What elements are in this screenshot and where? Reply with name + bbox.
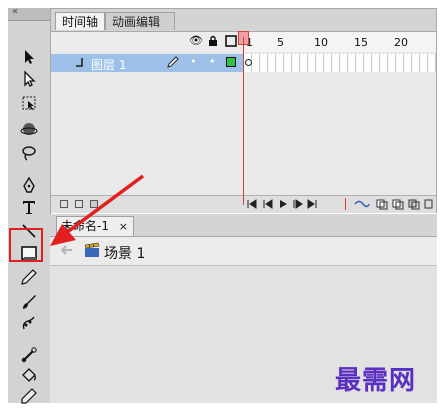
brush-icon[interactable] <box>16 291 42 313</box>
document-tab[interactable]: 未命名-1 × <box>56 216 134 236</box>
back-arrow-icon[interactable] <box>60 243 74 257</box>
new-folder-icon[interactable] <box>75 200 83 208</box>
panel-collapse-grip[interactable]: « <box>8 6 50 21</box>
onion-skin-controls[interactable] <box>353 198 433 210</box>
tools-panel: « <box>8 6 51 404</box>
3d-rotation-icon[interactable] <box>16 118 42 140</box>
tab-timeline[interactable]: 时间轴 <box>55 12 105 30</box>
frame-label: 5 <box>277 36 284 49</box>
document-tab-bar: 未命名-1 × <box>50 214 437 237</box>
frame-label: 15 <box>354 36 368 49</box>
scene-label[interactable]: 场景 1 <box>104 243 145 263</box>
frame-marker-icon <box>345 198 346 210</box>
close-tab-icon[interactable]: × <box>119 220 128 233</box>
watermark: 最需网 <box>335 366 417 396</box>
free-transform-icon[interactable] <box>16 92 42 114</box>
scene-clapper-icon <box>84 242 100 258</box>
pencil-icon[interactable] <box>16 266 42 288</box>
edit-bar: 场景 1 <box>50 237 437 266</box>
layer-name[interactable]: 图层 1 <box>91 56 126 73</box>
collapse-icon[interactable]: « <box>12 6 18 17</box>
rectangle-tool-highlight <box>9 228 43 262</box>
text-tool-icon[interactable] <box>16 196 42 218</box>
pen-icon[interactable] <box>16 174 42 196</box>
lock-icon[interactable] <box>207 35 219 47</box>
frame-label: 20 <box>394 36 408 49</box>
layer-type-icon <box>75 57 85 68</box>
empty-keyframe-icon[interactable] <box>245 59 252 66</box>
layer-color-swatch[interactable] <box>226 57 236 67</box>
tab-motion-editor[interactable]: 动画编辑器 <box>105 12 175 47</box>
edit-pencil-icon <box>167 56 179 68</box>
frame-ruler[interactable]: 1 5 10 15 20 <box>243 32 436 52</box>
playhead-line <box>243 37 244 205</box>
panel-tab-bar: 时间轴 动画编辑器 <box>51 9 436 47</box>
eye-icon[interactable]: 👁 <box>189 35 203 47</box>
playback-controls[interactable] <box>246 198 326 210</box>
outline-icon[interactable] <box>225 35 237 47</box>
eyedropper-icon[interactable] <box>16 385 42 407</box>
paint-bucket-icon[interactable] <box>16 364 42 386</box>
selection-arrow-icon[interactable] <box>16 46 42 68</box>
document-tab-label: 未命名-1 <box>61 219 109 233</box>
visibility-dot[interactable]: • <box>190 55 197 68</box>
subselection-arrow-icon[interactable] <box>16 68 42 90</box>
lock-dot[interactable]: • <box>209 55 216 68</box>
deco-icon[interactable] <box>16 313 42 335</box>
new-layer-icon[interactable] <box>60 200 68 208</box>
delete-layer-icon[interactable] <box>90 200 98 208</box>
layer-row[interactable]: 图层 1 • • <box>51 54 243 72</box>
frame-cells[interactable] <box>243 54 436 72</box>
frame-label: 10 <box>314 36 328 49</box>
bone-icon[interactable] <box>16 344 42 366</box>
lasso-icon[interactable] <box>16 142 42 164</box>
